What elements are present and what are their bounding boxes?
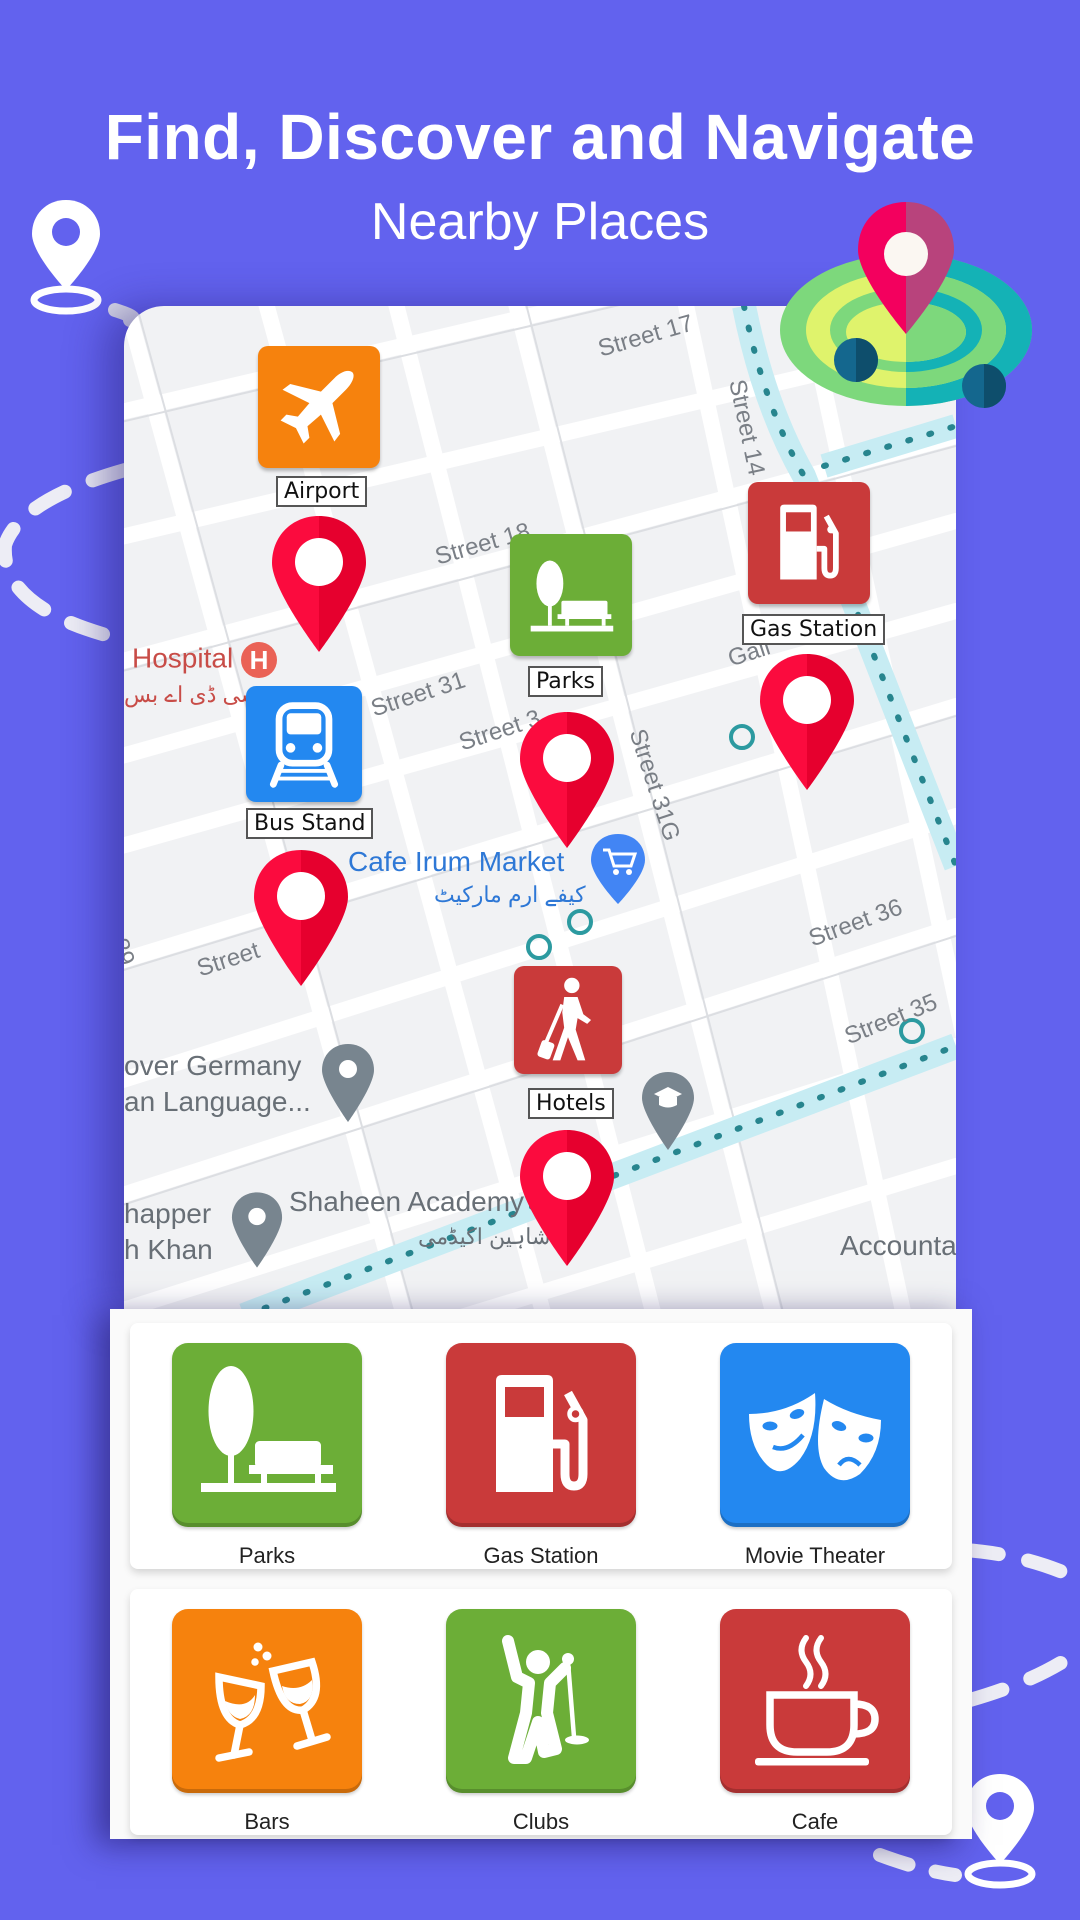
place-label: over Germany	[124, 1050, 302, 1081]
category-tile	[720, 1609, 910, 1793]
traveler-luggage-icon	[537, 977, 592, 1061]
category-tile	[446, 1609, 636, 1793]
category-cafe[interactable]: Cafe	[678, 1589, 952, 1835]
singer-icon	[502, 1635, 589, 1764]
cafe-irum-market-label-urdu: کیفے ارم مارکیٹ	[434, 882, 586, 907]
poi-label-airport: Airport	[276, 476, 368, 507]
category-clubs[interactable]: Clubs	[404, 1589, 678, 1835]
coffee-cup-icon	[755, 1635, 879, 1766]
category-label: Movie Theater	[744, 1543, 886, 1568]
category-label: Bars	[244, 1809, 290, 1834]
poi-gas-station[interactable]	[748, 482, 870, 604]
poi-label-bus-stand: Bus Stand	[246, 808, 374, 839]
train-icon	[269, 702, 339, 788]
wine-glasses-icon	[215, 1642, 331, 1762]
category-row: Bars Clubs Cafe	[130, 1589, 952, 1835]
fuel-pump-icon	[780, 504, 839, 580]
category-tile	[720, 1343, 910, 1527]
category-label: Parks	[238, 1543, 296, 1568]
location-pin-icon[interactable]	[320, 1042, 376, 1124]
place-label: happer	[124, 1198, 212, 1229]
map-pin-bus-stand[interactable]	[252, 848, 350, 988]
cafe-irum-market-label[interactable]: Cafe Irum Market	[348, 846, 564, 878]
poi-bus-stand[interactable]	[246, 686, 362, 802]
poi-label-parks: Parks	[528, 666, 604, 697]
map-view[interactable]: Street 17 Street 14 Street 18 Street 31 …	[124, 306, 956, 1316]
place-label: h Khan	[124, 1234, 213, 1265]
category-label: Cafe	[791, 1809, 839, 1834]
map-pin-parks[interactable]	[518, 710, 616, 850]
poi-label-hotels: Hotels	[528, 1088, 614, 1119]
category-tile	[172, 1343, 362, 1527]
category-movie-theater[interactable]: Movie Theater	[678, 1323, 952, 1569]
hospital-label[interactable]: Hospital H	[132, 642, 277, 678]
category-label: Gas Station	[483, 1543, 599, 1568]
category-label: Clubs	[512, 1809, 570, 1834]
park-bench-icon	[201, 1366, 336, 1492]
park-bench-icon	[530, 560, 614, 632]
poi-hotels[interactable]	[514, 966, 622, 1074]
place-label: an Language...	[124, 1086, 311, 1117]
school-icon[interactable]	[640, 1070, 696, 1152]
map-pin-airport[interactable]	[270, 514, 368, 654]
radar-location-logo-icon	[780, 202, 1032, 408]
page-title: Find, Discover and Navigate	[104, 101, 976, 173]
airplane-icon	[280, 370, 354, 444]
shaheen-academy-label[interactable]: Shaheen Academy	[289, 1186, 524, 1218]
hospital-label-urdu: سی ڈی اے بس	[124, 682, 260, 707]
theater-masks-icon	[749, 1393, 881, 1481]
category-tile	[446, 1343, 636, 1527]
poi-label-gas-station: Gas Station	[742, 614, 886, 645]
category-parks[interactable]: Parks	[130, 1323, 404, 1569]
category-bars[interactable]: Bars	[130, 1589, 404, 1835]
category-row: Parks Gas Station Movie Theater	[130, 1323, 952, 1569]
fuel-pump-icon	[496, 1375, 588, 1492]
location-pin-icon	[964, 1774, 1036, 1889]
map-pin-gas-station[interactable]	[758, 652, 856, 792]
poi-airport[interactable]	[258, 346, 380, 468]
category-gas-station[interactable]: Gas Station	[404, 1323, 678, 1569]
place-label: Accounta	[840, 1230, 956, 1261]
category-panel: Parks Gas Station Movie Theater Bars Clu…	[110, 1309, 972, 1839]
category-tile	[172, 1609, 362, 1793]
location-pin-icon[interactable]	[230, 1190, 284, 1270]
poi-parks[interactable]	[510, 534, 632, 656]
map-pin-hotels[interactable]	[518, 1128, 616, 1268]
